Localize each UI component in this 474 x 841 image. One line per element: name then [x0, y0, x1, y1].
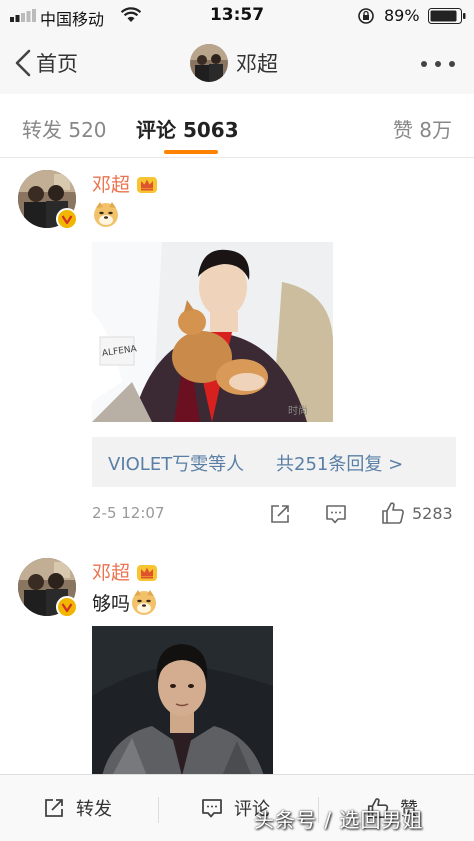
doge-emoji-icon: [132, 590, 157, 615]
battery-icon: [428, 8, 466, 24]
tab-bar: 转发 520 评论 5063 赞 8万: [0, 94, 474, 158]
battery-percentage: 89%: [384, 6, 420, 25]
comment-photo[interactable]: ALFENA 时尚: [92, 242, 333, 422]
active-tab-indicator: [164, 150, 218, 154]
page-title: 邓超: [236, 52, 278, 76]
comment-photo[interactable]: [92, 626, 273, 776]
comment-author-row: 邓超: [92, 558, 158, 585]
doge-emoji-icon: [94, 202, 118, 227]
comment-icon: [202, 799, 222, 818]
comment-time: 2-5 12:07: [92, 504, 165, 522]
back-button[interactable]: 首页: [14, 46, 78, 80]
repost-label: 转发: [76, 799, 112, 820]
comment-text-content: 够吗: [92, 592, 131, 615]
comment-text: 够吗: [92, 588, 158, 616]
chevron-left-icon: [15, 49, 31, 77]
comment-text: [92, 200, 120, 228]
photo-watermark: 时尚: [288, 404, 308, 417]
tab-comment[interactable]: 评论 5063: [136, 114, 239, 143]
comment-meta: 2-5 12:07 5283: [0, 500, 474, 530]
comment-icon[interactable]: [324, 502, 348, 526]
repost-icon: [45, 799, 63, 817]
like-count: 5283: [412, 504, 453, 523]
comment-author[interactable]: 邓超: [92, 558, 130, 585]
toolbar-divider: [158, 797, 159, 823]
watermark-text: 头条号 / 选回男姐: [254, 808, 424, 832]
back-label: 首页: [36, 52, 78, 76]
replies-count-link[interactable]: 共251条回复 >: [276, 450, 403, 476]
comment-author[interactable]: 邓超: [92, 170, 130, 197]
share-icon[interactable]: [268, 502, 292, 526]
more-icon[interactable]: [420, 60, 456, 68]
crown-badge-icon: [137, 176, 158, 193]
verified-badge-icon: [56, 208, 78, 230]
thumbs-up-icon[interactable]: [380, 500, 406, 526]
repost-button[interactable]: 转发: [42, 795, 112, 821]
orientation-lock-icon: [358, 8, 374, 24]
crown-badge-icon: [137, 564, 158, 581]
verified-badge-icon: [56, 596, 78, 618]
avatar[interactable]: [190, 44, 228, 82]
replies-summary[interactable]: VIOLET丂雯等人 共251条回复 >: [92, 437, 456, 487]
replies-users: VIOLET丂雯等人: [108, 454, 245, 475]
tab-repost[interactable]: 转发 520: [22, 114, 107, 143]
nav-bar: 首页 邓超: [0, 32, 474, 94]
tab-like[interactable]: 赞 8万: [393, 114, 452, 143]
nav-title-group: 邓超: [190, 44, 278, 82]
comment-author-row: 邓超: [92, 170, 158, 197]
status-bar: 中国移动 13:57 89%: [0, 0, 474, 32]
